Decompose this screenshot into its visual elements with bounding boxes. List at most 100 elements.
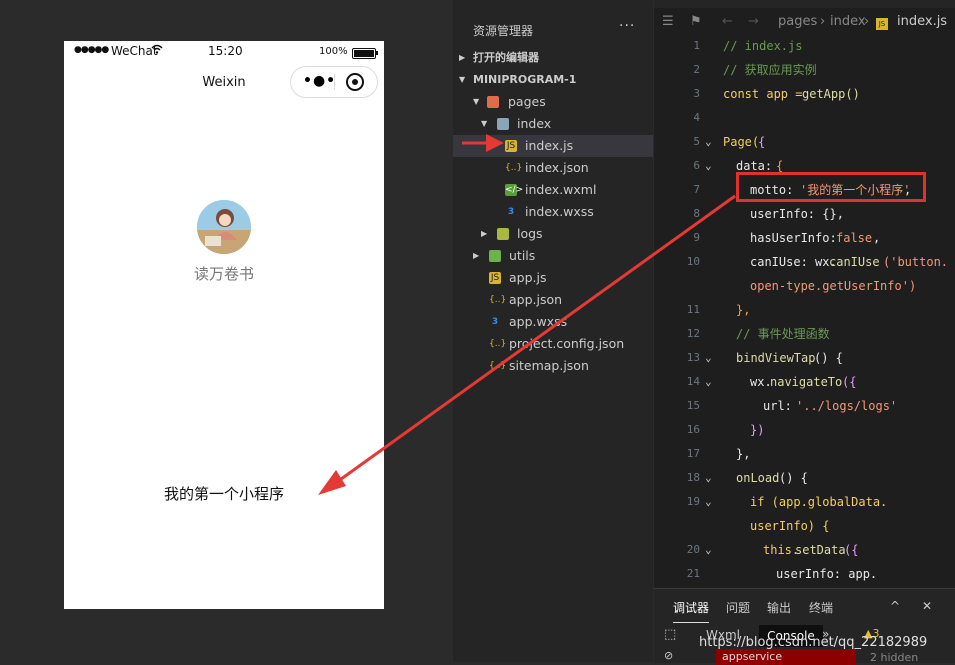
tree-label: app.wxss xyxy=(509,314,568,329)
tree-label: index.wxml xyxy=(525,182,597,197)
line-number: 1 xyxy=(693,39,700,52)
code-line-4: 4 xyxy=(654,106,955,130)
debug-panel: 调试器 问题 输出 终端 ^ ✕ ⬚ Wxml Console » ▲3 ⊘ a… xyxy=(654,588,955,665)
bookmark-icon[interactable]: ⚑ xyxy=(690,14,702,29)
context-select[interactable]: appservice xyxy=(716,649,856,665)
tree-item-index-folder[interactable]: ▼ index xyxy=(453,113,653,135)
tree-item-logs[interactable]: ▶ logs xyxy=(453,223,653,245)
tree-item-sitemap[interactable]: {..} sitemap.json xyxy=(453,355,653,377)
breadcrumb-index[interactable]: index xyxy=(830,14,866,29)
line-number: 17 xyxy=(686,447,700,460)
fold-chevron-icon[interactable]: ⌄ xyxy=(705,370,712,394)
folder-icon xyxy=(487,96,499,108)
tree-label: utils xyxy=(509,248,536,263)
tree-label: sitemap.json xyxy=(509,358,589,373)
project-section[interactable]: ▼ MINIPROGRAM-1 xyxy=(453,69,653,91)
close-panel-icon[interactable]: ✕ xyxy=(922,599,932,613)
code-line-8: 8 userInfo: {}, xyxy=(654,202,955,226)
open-editors-section[interactable]: ▶ 打开的编辑器 xyxy=(453,47,653,69)
fold-chevron-icon[interactable]: ⌄ xyxy=(705,130,712,154)
code-editor[interactable]: ☰ ⚑ ← → pages › index › JS index.js 1 //… xyxy=(654,0,955,588)
section-label: 打开的编辑器 xyxy=(473,51,539,64)
tree-label: logs xyxy=(517,226,543,241)
line-number: 2 xyxy=(693,63,700,76)
code-text: const app = xyxy=(723,87,803,101)
json-file-icon: {..} xyxy=(489,361,507,371)
tab-problems[interactable]: 问题 xyxy=(726,599,750,616)
code-line-12: 12 // 事件处理函数 xyxy=(654,322,955,346)
code-text: // 获取应用实例 xyxy=(723,63,817,77)
clear-console-icon[interactable]: ⊘ xyxy=(664,649,673,662)
tree-item-project-config[interactable]: {..} project.config.json xyxy=(453,333,653,355)
breadcrumb-pages[interactable]: pages xyxy=(778,14,817,29)
tree-item-app-json[interactable]: {..} app.json xyxy=(453,289,653,311)
line-number: 12 xyxy=(686,327,700,340)
collapse-panel-icon[interactable]: ^ xyxy=(890,599,900,613)
code-line-5: 5 ⌄ Page( { xyxy=(654,130,955,154)
code-text: canIUse: wx. xyxy=(750,255,837,269)
code-line-1: 1 // index.js xyxy=(654,34,955,58)
chevron-down-icon: ▼ xyxy=(481,119,488,128)
more-icon[interactable]: •●• xyxy=(303,73,336,89)
tab-terminal[interactable]: 终端 xyxy=(809,599,833,616)
clock: 15:20 xyxy=(208,44,243,58)
chevron-right-icon: ▶ xyxy=(473,251,480,260)
tree-item-index-json[interactable]: {..} index.json xyxy=(453,157,653,179)
code-line-10: 10 canIUse: wx. canIUse ('button. xyxy=(654,250,955,274)
tree-item-index-wxml[interactable]: </> index.wxml xyxy=(453,179,653,201)
tree-item-index-js[interactable]: JS index.js xyxy=(453,135,653,157)
code-text: () { xyxy=(814,351,843,365)
tree-item-app-js[interactable]: JS app.js xyxy=(453,267,653,289)
line-number: 11 xyxy=(686,303,700,316)
code-text: ({ xyxy=(842,375,857,389)
watermark-text: https://blog.csdn.net/qq_22182989 xyxy=(699,635,928,650)
code-text: () { xyxy=(779,471,808,485)
code-text: setData xyxy=(795,543,846,557)
tab-output[interactable]: 输出 xyxy=(767,599,791,616)
code-text: Page( xyxy=(723,135,760,149)
close-mini-program-icon[interactable] xyxy=(346,73,364,91)
line-number: 19 xyxy=(686,495,700,508)
code-text: // 事件处理函数 xyxy=(736,327,830,341)
line-number: 3 xyxy=(693,87,700,100)
tree-item-index-wxss[interactable]: 3 index.wxss xyxy=(453,201,653,223)
code-line-11: 11 }, xyxy=(654,298,955,322)
tree-label: index.js xyxy=(525,138,574,153)
code-line-17: 17 }, xyxy=(654,442,955,466)
capsule-divider xyxy=(334,74,335,90)
code-text: url: xyxy=(763,399,792,413)
breadcrumb-file[interactable]: index.js xyxy=(897,14,947,29)
inspect-icon[interactable]: ⬚ xyxy=(664,627,676,642)
line-number: 20 xyxy=(686,543,700,556)
breadcrumb-separator: › xyxy=(864,14,870,29)
line-number: 8 xyxy=(693,207,700,220)
forward-arrow-icon[interactable]: → xyxy=(748,14,759,29)
tree-item-pages[interactable]: ▼ pages xyxy=(453,91,653,113)
tab-debugger[interactable]: 调试器 xyxy=(673,599,710,623)
hidden-count: 2 hidden xyxy=(870,651,919,664)
fold-chevron-icon[interactable]: ⌄ xyxy=(705,538,712,562)
explorer-title: 资源管理器 xyxy=(473,24,534,38)
back-arrow-icon[interactable]: ← xyxy=(722,14,733,29)
code-text: open-type.getUserInfo') xyxy=(750,279,917,293)
tree-item-utils[interactable]: ▶ utils xyxy=(453,245,653,267)
outline-icon[interactable]: ☰ xyxy=(662,14,674,29)
tree-label: index.wxss xyxy=(525,204,594,219)
line-number: 13 xyxy=(686,351,700,364)
line-number: 5 xyxy=(693,135,700,148)
user-nickname: 读万卷书 xyxy=(193,265,254,283)
explorer-panel: 资源管理器 ··· ▶ 打开的编辑器 ▼ MINIPROGRAM-1 ▼ pag… xyxy=(453,0,653,662)
folder-icon xyxy=(497,228,509,240)
fold-chevron-icon[interactable]: ⌄ xyxy=(705,346,712,370)
fold-chevron-icon[interactable]: ⌄ xyxy=(705,466,712,490)
line-number: 15 xyxy=(686,399,700,412)
code-line-18: 18 ⌄ onLoad () { xyxy=(654,466,955,490)
phone-screen: ●●●●● WeChat 15:20 100% Weixin •●• 读万卷书 … xyxy=(64,41,384,609)
folder-open-icon xyxy=(497,118,509,130)
fold-chevron-icon[interactable]: ⌄ xyxy=(705,154,712,178)
more-actions-icon[interactable]: ··· xyxy=(619,18,635,34)
fold-chevron-icon[interactable]: ⌄ xyxy=(705,490,712,514)
line-number: 4 xyxy=(693,111,700,124)
tree-item-app-wxss[interactable]: 3 app.wxss xyxy=(453,311,653,333)
avatar[interactable] xyxy=(197,200,251,254)
